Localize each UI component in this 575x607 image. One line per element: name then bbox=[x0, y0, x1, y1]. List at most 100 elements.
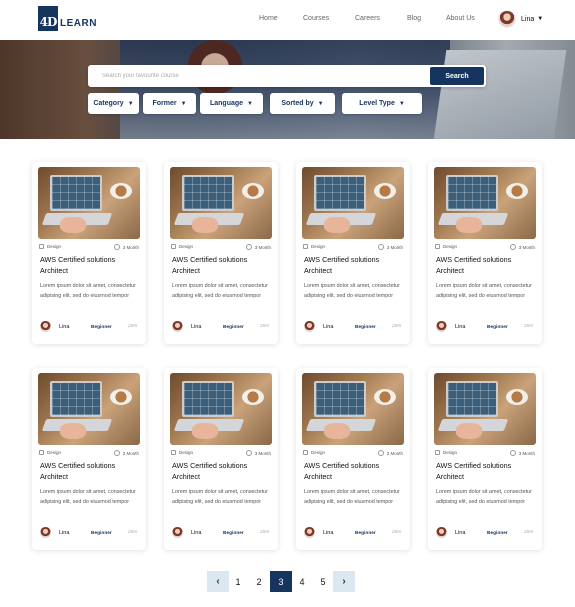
page-2[interactable]: 2 bbox=[248, 571, 270, 592]
search-input[interactable] bbox=[102, 65, 422, 87]
thumbnail-coffee-cup bbox=[242, 389, 264, 405]
level-badge: Beginner bbox=[487, 325, 508, 330]
course-card[interactable]: Design 3 Month AWS Certified solutions Arc… bbox=[164, 162, 278, 344]
course-meta: Design 3 Month bbox=[435, 449, 535, 457]
thumbnail-hand bbox=[192, 217, 218, 233]
course-time: 20m bbox=[392, 324, 402, 329]
filter-language-label: Language bbox=[209, 100, 244, 107]
nav-blog[interactable]: Blog bbox=[407, 15, 421, 22]
course-time: 20m bbox=[260, 530, 270, 535]
course-time: 20m bbox=[524, 530, 534, 535]
course-thumbnail[interactable] bbox=[38, 167, 140, 239]
course-title[interactable]: AWS Certified solutions Architect bbox=[304, 255, 404, 276]
level-badge: Beginner bbox=[223, 325, 244, 330]
course-category-label: Design bbox=[311, 450, 326, 455]
course-card[interactable]: Design 3 Month AWS Certified solutions Arc… bbox=[296, 162, 410, 344]
course-thumbnail[interactable] bbox=[38, 373, 140, 445]
course-title[interactable]: AWS Certified solutions Architect bbox=[436, 461, 536, 482]
clock-icon bbox=[113, 244, 120, 250]
course-title[interactable]: AWS Certified solutions Architect bbox=[40, 255, 140, 276]
filter-sorted-by-label: Sorted by bbox=[281, 100, 314, 107]
course-description: Lorem ipsum dolor sit amet, consectetur … bbox=[40, 283, 136, 299]
level-badge: Beginner bbox=[223, 531, 244, 536]
clock-icon bbox=[509, 450, 516, 456]
course-thumbnail[interactable] bbox=[302, 167, 404, 239]
filter-category[interactable]: Category ▼ bbox=[88, 93, 139, 114]
course-footer: Lina Beginner 20m bbox=[436, 527, 536, 539]
course-thumbnail[interactable] bbox=[302, 373, 404, 445]
author-avatar bbox=[172, 321, 183, 332]
category-icon bbox=[39, 450, 44, 455]
course-footer: Lina Beginner 20m bbox=[172, 527, 272, 539]
thumbnail-laptop-screen bbox=[50, 175, 102, 211]
category-icon bbox=[39, 244, 44, 249]
course-card[interactable]: Design 3 Month AWS Certified solutions Arc… bbox=[32, 162, 146, 344]
user-menu[interactable]: Lina ▼ bbox=[498, 10, 543, 28]
filter-level-type[interactable]: Level Type ▼ bbox=[342, 93, 422, 114]
course-description: Lorem ipsum dolor sit amet, consectetur … bbox=[40, 489, 136, 505]
author-avatar bbox=[436, 527, 447, 538]
author-name: Lina bbox=[323, 530, 334, 536]
course-category: Design bbox=[303, 244, 325, 249]
author-avatar bbox=[304, 321, 315, 332]
nav-courses[interactable]: Courses bbox=[303, 15, 329, 22]
thumbnail-hand bbox=[192, 423, 218, 439]
level-badge: Beginner bbox=[91, 531, 112, 536]
nav-careers[interactable]: Careers bbox=[355, 15, 380, 22]
course-duration: 3 Month bbox=[113, 450, 139, 456]
course-duration-label: 3 Month bbox=[386, 450, 403, 456]
thumbnail-laptop-screen bbox=[50, 381, 102, 417]
course-duration: 3 Month bbox=[509, 244, 535, 250]
chevron-down-icon: ▼ bbox=[398, 100, 405, 107]
level-badge: Beginner bbox=[91, 325, 112, 330]
page-4[interactable]: 4 bbox=[291, 571, 313, 592]
course-title[interactable]: AWS Certified solutions Architect bbox=[40, 461, 140, 482]
author-name: Lina bbox=[191, 530, 202, 536]
course-card[interactable]: Design 3 Month AWS Certified solutions Arc… bbox=[164, 368, 278, 550]
course-footer: Lina Beginner 20m bbox=[436, 321, 536, 333]
course-thumbnail[interactable] bbox=[434, 167, 536, 239]
course-category-label: Design bbox=[311, 244, 326, 249]
filter-language[interactable]: Language ▼ bbox=[200, 93, 263, 114]
chevron-left-icon[interactable]: ‹ bbox=[207, 571, 229, 592]
thumbnail-coffee-cup bbox=[242, 183, 264, 199]
course-duration-label: 3 Month bbox=[518, 450, 535, 456]
course-thumbnail[interactable] bbox=[434, 373, 536, 445]
nav-about-us[interactable]: About Us bbox=[446, 15, 475, 22]
filter-former[interactable]: Former ▼ bbox=[143, 93, 196, 114]
course-title[interactable]: AWS Certified solutions Architect bbox=[304, 461, 404, 482]
thumbnail-laptop-screen bbox=[314, 381, 366, 417]
course-card[interactable]: Design 3 Month AWS Certified solutions Arc… bbox=[428, 368, 542, 550]
course-card[interactable]: Design 3 Month AWS Certified solutions Arc… bbox=[32, 368, 146, 550]
clock-icon bbox=[245, 450, 252, 456]
filter-sorted-by[interactable]: Sorted by ▼ bbox=[270, 93, 335, 114]
level-badge: Beginner bbox=[355, 325, 376, 330]
course-card[interactable]: Design 3 Month AWS Certified solutions Arc… bbox=[296, 368, 410, 550]
course-thumbnail[interactable] bbox=[170, 373, 272, 445]
category-icon bbox=[435, 244, 440, 249]
course-footer: Lina Beginner 20m bbox=[40, 527, 140, 539]
page-5[interactable]: 5 bbox=[312, 571, 334, 592]
category-icon bbox=[435, 450, 440, 455]
thumbnail-hand bbox=[60, 423, 86, 439]
search-button[interactable]: Search bbox=[430, 67, 484, 85]
page-3-current[interactable]: 3 bbox=[270, 571, 292, 592]
course-time: 20m bbox=[392, 530, 402, 535]
chevron-down-icon: ▼ bbox=[537, 16, 544, 22]
course-category-label: Design bbox=[443, 450, 458, 455]
thumbnail-coffee-cup bbox=[110, 183, 132, 199]
clock-icon bbox=[377, 450, 384, 456]
course-thumbnail[interactable] bbox=[170, 167, 272, 239]
course-title[interactable]: AWS Certified solutions Architect bbox=[172, 255, 272, 276]
course-card[interactable]: Design 3 Month AWS Certified solutions Arc… bbox=[428, 162, 542, 344]
author-avatar bbox=[172, 527, 183, 538]
chevron-right-icon[interactable]: › bbox=[333, 571, 355, 592]
category-icon bbox=[303, 450, 308, 455]
page-1[interactable]: 1 bbox=[227, 571, 249, 592]
course-title[interactable]: AWS Certified solutions Architect bbox=[172, 461, 272, 482]
course-category: Design bbox=[171, 450, 193, 455]
course-meta: Design 3 Month bbox=[435, 243, 535, 251]
category-icon bbox=[171, 244, 176, 249]
nav-home[interactable]: Home bbox=[259, 15, 278, 22]
course-title[interactable]: AWS Certified solutions Architect bbox=[436, 255, 536, 276]
